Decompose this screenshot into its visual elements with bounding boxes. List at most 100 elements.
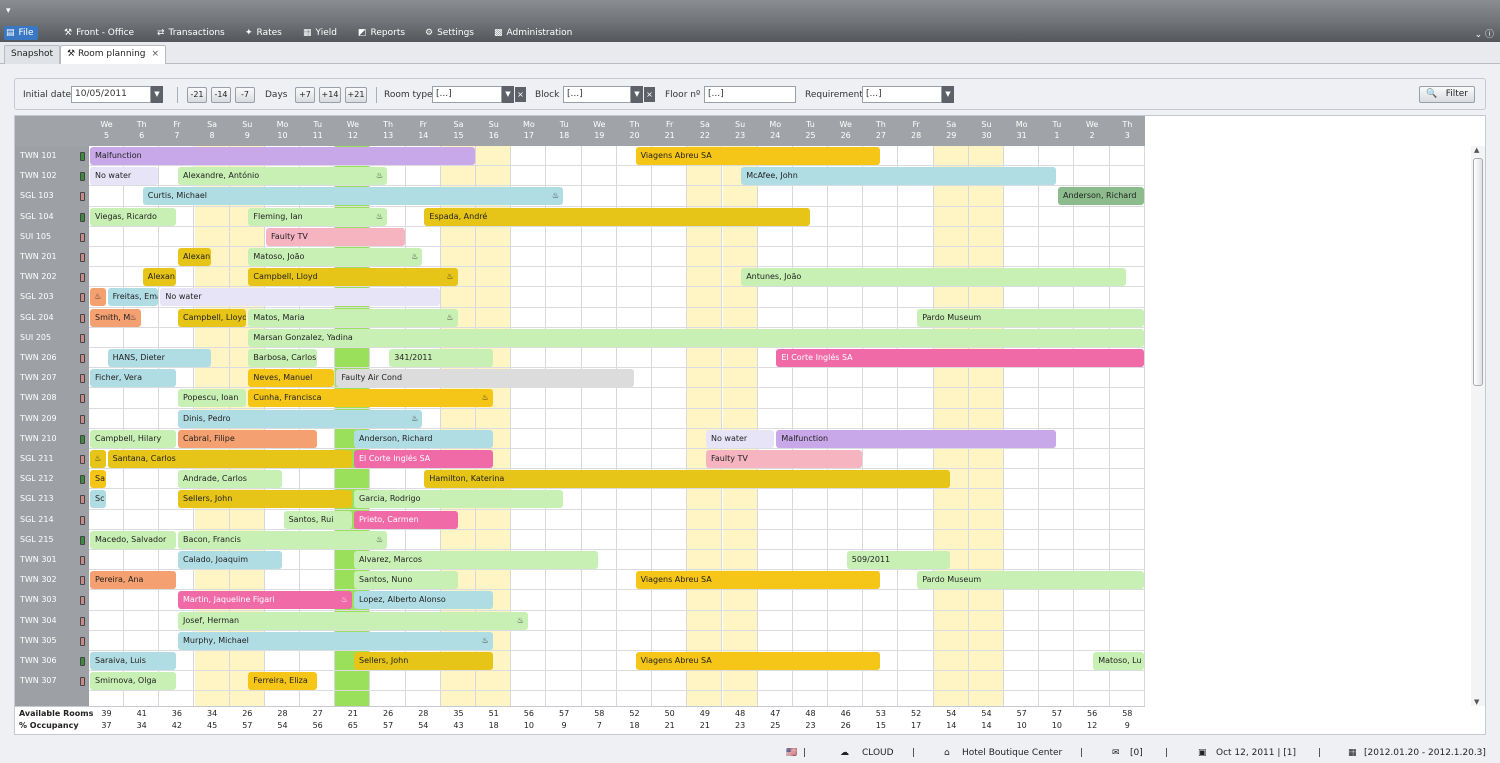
fwd-7-button[interactable]: +7 — [295, 87, 315, 103]
room-label[interactable]: SGL 215 — [15, 530, 89, 550]
day-column[interactable] — [722, 146, 758, 706]
booking-bar[interactable]: Saraiva, Luis — [90, 652, 176, 670]
day-column[interactable] — [582, 146, 617, 706]
menu-settings[interactable]: ⚙ Settings — [423, 26, 478, 40]
room-label[interactable]: TWN 201 — [15, 247, 89, 267]
back-21-button[interactable]: -21 — [187, 87, 207, 103]
booking-bar[interactable]: HANS, Dieter — [107, 349, 212, 367]
day-column[interactable] — [1075, 146, 1110, 706]
room-label[interactable]: TWN 305 — [15, 631, 89, 651]
room-label[interactable]: SGL 212 — [15, 469, 89, 489]
room-label[interactable]: TWN 102 — [15, 166, 89, 186]
day-column[interactable] — [1039, 146, 1075, 706]
booking-bar[interactable]: Santos, Rui — [283, 510, 352, 529]
booking-bar[interactable]: Alexan — [178, 248, 212, 266]
scroll-up-icon[interactable]: ▲ — [1474, 146, 1479, 154]
booking-bar[interactable]: Espada, André — [424, 207, 810, 226]
booking-bar[interactable]: Pereira, Ana — [90, 571, 176, 590]
booking-bar[interactable]: ♨ — [90, 288, 106, 307]
booking-bar[interactable]: 509/2011 — [846, 551, 951, 569]
booking-bar[interactable]: No water — [90, 167, 159, 186]
fwd-14-button[interactable]: +14 — [319, 87, 341, 103]
booking-bar[interactable]: Matoso, Lu — [1093, 652, 1144, 670]
room-label[interactable]: TWN 208 — [15, 388, 89, 408]
booking-bar[interactable]: Faulty TV — [266, 227, 405, 246]
booking-bar[interactable]: Calado, Joaquim — [178, 551, 282, 569]
booking-bar[interactable]: Matoso, João ♨ — [248, 248, 423, 266]
booking-bar[interactable]: Antunes, João — [741, 268, 1127, 287]
booking-bar[interactable]: Viagens Abreu SA — [635, 147, 880, 165]
booking-bar[interactable]: Sa — [90, 470, 106, 489]
booking-bar[interactable]: Matos, Maria ♨ — [248, 308, 458, 327]
room-label[interactable]: TWN 202 — [15, 267, 89, 287]
room-label[interactable]: SGL 204 — [15, 308, 89, 328]
filter-button[interactable]: 🔍 Filter — [1419, 86, 1475, 103]
booking-bar[interactable]: Malfunction — [776, 429, 1056, 448]
booking-bar[interactable]: Alvarez, Marcos — [354, 551, 599, 569]
tab-snapshot[interactable]: Snapshot — [4, 45, 61, 64]
room-label[interactable]: TWN 209 — [15, 409, 89, 429]
menu-reports[interactable]: ◩ Reports — [356, 26, 409, 40]
booking-bar[interactable]: Santana, Carlos — [107, 450, 352, 468]
booking-bar[interactable]: No water — [160, 288, 440, 307]
block-dropdown-icon[interactable]: ▼ — [631, 86, 643, 103]
day-column[interactable] — [687, 146, 723, 706]
booking-bar[interactable]: Freitas, Emar — [107, 288, 159, 307]
day-column[interactable] — [969, 146, 1004, 706]
booking-bar[interactable]: Barbosa, Carlos — [248, 349, 317, 367]
booking-bar[interactable]: Dinis, Pedro ♨ — [178, 409, 423, 428]
block-clear-icon[interactable]: × — [644, 87, 655, 102]
room-type-clear-icon[interactable]: × — [515, 87, 526, 102]
back-14-button[interactable]: -14 — [211, 87, 231, 103]
initial-date-input[interactable]: 10/05/2011 — [71, 86, 151, 103]
booking-bar[interactable]: Viegas, Ricardo — [90, 207, 176, 226]
booking-bar[interactable]: Popescu, Ioan — [178, 389, 247, 408]
booking-bar[interactable]: Josef, Herman ♨ — [178, 611, 528, 630]
menu-file[interactable]: ▤ File — [4, 26, 38, 40]
booking-bar[interactable]: 341/2011 — [389, 349, 493, 367]
booking-bar[interactable]: Bacon, Francis ♨ — [178, 530, 388, 549]
day-column[interactable] — [652, 146, 688, 706]
booking-bar[interactable]: Lopez, Alberto Alonso — [354, 591, 493, 610]
booking-bar[interactable]: Cunha, Francisca ♨ — [248, 389, 493, 408]
booking-bar[interactable]: El Corte Inglés SA — [354, 450, 493, 468]
booking-bar[interactable]: Faulty Air Cond — [336, 369, 634, 388]
requirement-select[interactable]: [...] — [862, 86, 942, 103]
tab-room-planning[interactable]: ⚒ Room planning × — [60, 45, 167, 64]
booking-bar[interactable]: Murphy, Michael ♨ — [178, 631, 493, 650]
day-column[interactable] — [899, 146, 934, 706]
day-column[interactable] — [863, 146, 899, 706]
booking-bar[interactable]: Ficher, Vera — [90, 369, 176, 388]
booking-bar[interactable]: Sellers, John — [178, 490, 352, 509]
block-select[interactable]: [...] — [563, 86, 631, 103]
booking-bar[interactable]: Anderson, Richard — [354, 429, 493, 448]
room-label[interactable]: TWN 101 — [15, 146, 89, 166]
day-column[interactable] — [758, 146, 793, 706]
booking-bar[interactable]: Garcia, Rodrigo — [354, 490, 564, 509]
booking-bar[interactable]: Martin, Jaqueline Figari ♨ — [178, 591, 352, 610]
requirement-dropdown-icon[interactable]: ▼ — [942, 86, 954, 103]
booking-bar[interactable]: Cabral, Filipe — [178, 429, 317, 448]
booking-bar[interactable]: Pardo Museum — [917, 571, 1144, 590]
booking-bar[interactable]: Alexan — [142, 268, 176, 287]
help-icon[interactable]: ⌄ ⓘ — [1475, 27, 1494, 40]
booking-bar[interactable]: Campbell, Hilary — [90, 429, 176, 448]
day-column[interactable] — [1110, 146, 1145, 706]
booking-bar[interactable]: Alexandre, António ♨ — [178, 167, 388, 186]
booking-bar[interactable]: Sellers, John — [354, 652, 493, 670]
booking-bar[interactable]: Curtis, Michael ♨ — [142, 187, 564, 206]
scroll-thumb[interactable] — [1473, 158, 1483, 386]
language-flag-icon[interactable]: 🇺🇸 | — [786, 748, 806, 758]
booking-bar[interactable]: Viagens Abreu SA — [635, 652, 880, 670]
room-type-dropdown-icon[interactable]: ▼ — [502, 86, 514, 103]
booking-bar[interactable]: No water — [706, 429, 775, 448]
booking-bar[interactable]: Hamilton, Katerina — [424, 470, 951, 489]
fwd-21-button[interactable]: +21 — [345, 87, 367, 103]
room-label[interactable]: SUI 205 — [15, 328, 89, 348]
room-label[interactable]: SGL 213 — [15, 489, 89, 509]
booking-bar[interactable]: ♨ — [90, 450, 106, 468]
booking-bar[interactable]: Neves, Manuel — [248, 369, 335, 388]
day-column[interactable] — [617, 146, 652, 706]
booking-bar[interactable]: Malfunction — [90, 147, 476, 165]
room-type-select[interactable]: [...] — [432, 86, 502, 103]
